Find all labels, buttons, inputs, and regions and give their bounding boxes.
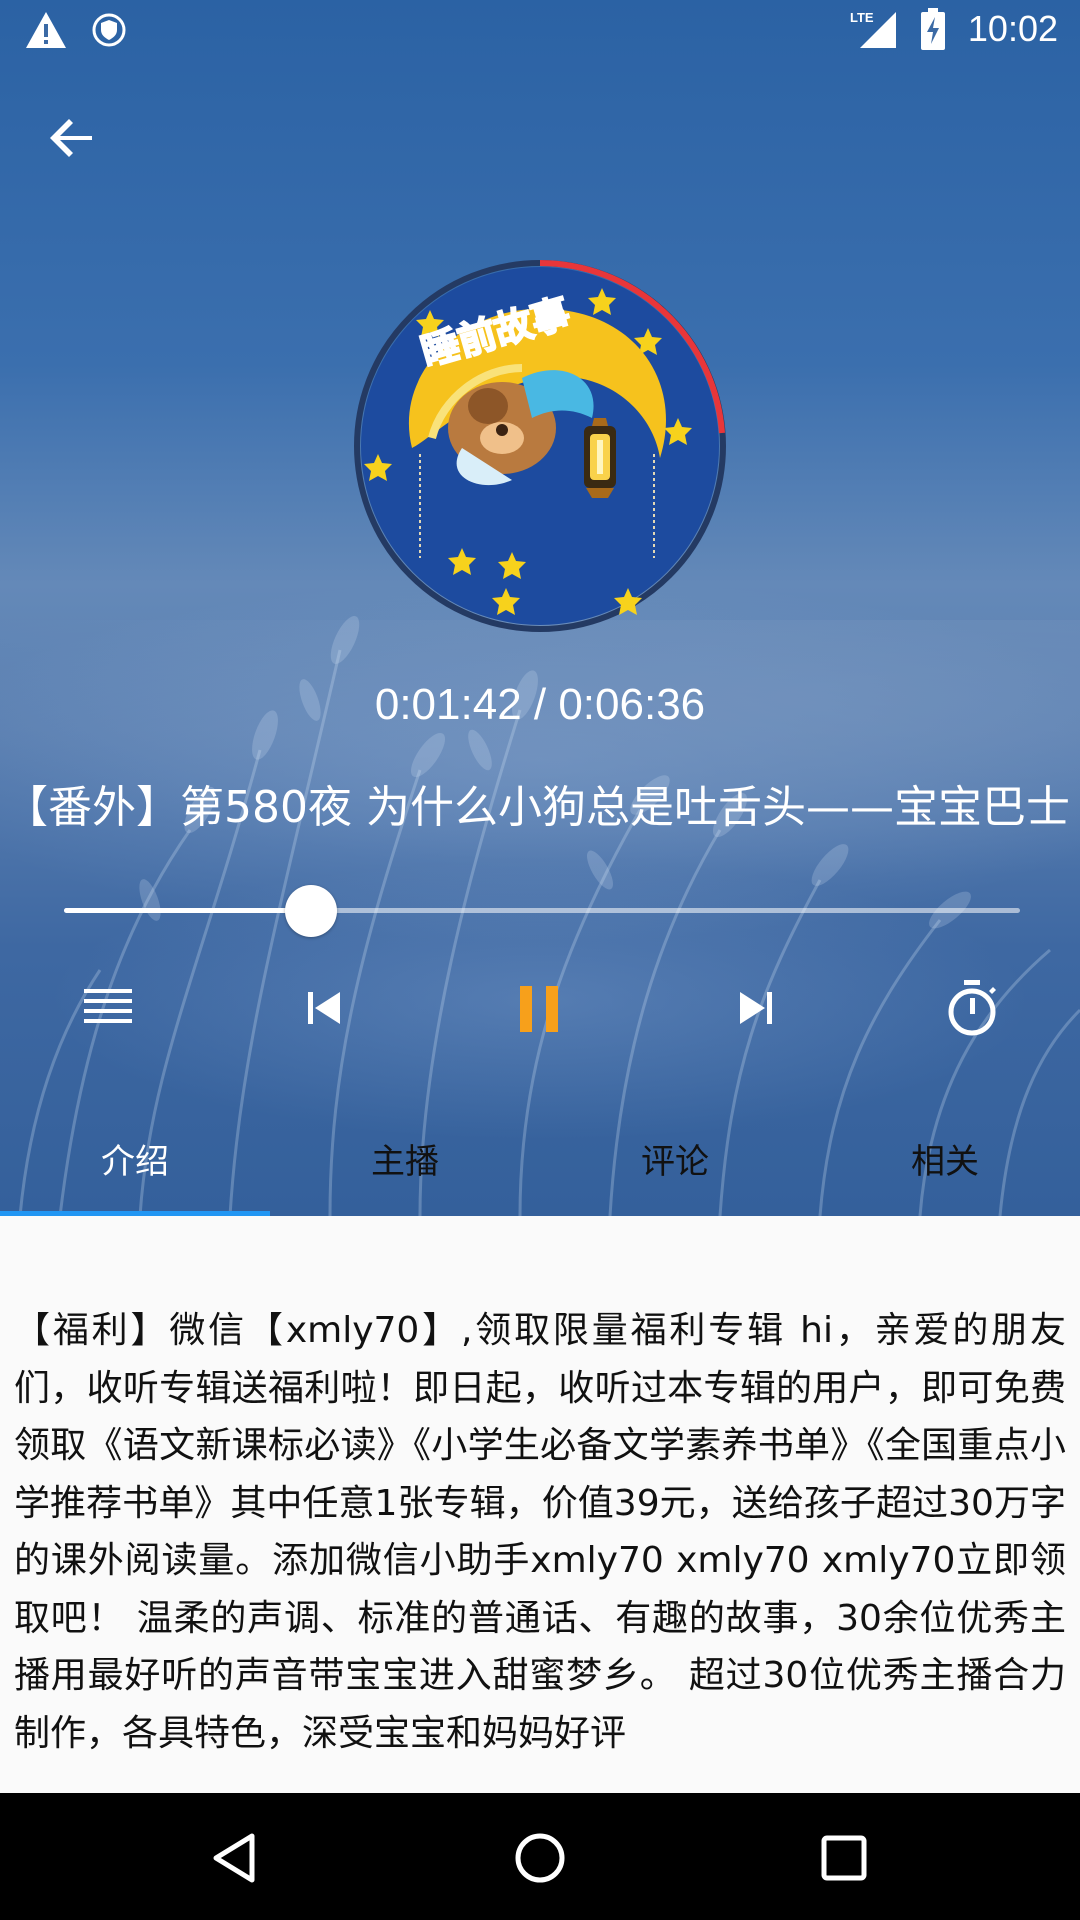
back-button[interactable] [40, 106, 104, 170]
nav-back-icon [213, 1833, 255, 1883]
nav-home-icon [515, 1833, 565, 1883]
playback-ring [539, 260, 725, 434]
playback-time: 0:01:42 / 0:06:36 [374, 680, 706, 729]
pause-button[interactable] [500, 968, 580, 1048]
sleep-timer-button[interactable] [932, 968, 1012, 1048]
skip-previous-icon [308, 992, 340, 1024]
tab-related[interactable]: 相关 [810, 1100, 1080, 1216]
shield-icon [92, 13, 126, 47]
status-bar: LTE 10:02 [0, 0, 1080, 64]
next-button[interactable] [716, 968, 796, 1048]
seek-bar-thumb[interactable] [285, 885, 337, 937]
tab-comments[interactable]: 评论 [540, 1100, 810, 1216]
battery-charging-icon [920, 8, 945, 50]
tab-intro[interactable]: 介绍 [0, 1100, 270, 1216]
album-art[interactable]: 睡前故事 [352, 258, 728, 634]
tab-bar: 介绍 主播 评论 相关 [0, 1100, 1080, 1216]
previous-button[interactable] [284, 968, 364, 1048]
nav-back-button[interactable] [204, 1826, 268, 1890]
nav-home-button[interactable] [508, 1826, 572, 1890]
network-label: LTE [850, 10, 874, 25]
nav-recents-button[interactable] [812, 1826, 876, 1890]
skip-next-icon [740, 992, 772, 1024]
playlist-button[interactable] [68, 968, 148, 1048]
seek-bar-progress [64, 908, 311, 913]
status-time: 10:02 [967, 8, 1058, 49]
playlist-icon [84, 989, 132, 1023]
nav-recents-icon [821, 1835, 867, 1881]
timer-icon [948, 980, 996, 1036]
tab-anchor[interactable]: 主播 [270, 1100, 540, 1216]
lte-signal-icon: LTE [850, 10, 896, 48]
track-title: 【番外】第580夜 为什么小狗总是吐舌头——宝宝巴士 [4, 782, 1070, 833]
arrow-back-icon [50, 119, 92, 157]
description-text: 【福利】微信【xmly70】,领取限量福利专辑 hi，亲爱的朋友们，收听专辑送福… [14, 1310, 1066, 1754]
warning-icon [26, 12, 66, 48]
pause-icon [520, 986, 558, 1032]
